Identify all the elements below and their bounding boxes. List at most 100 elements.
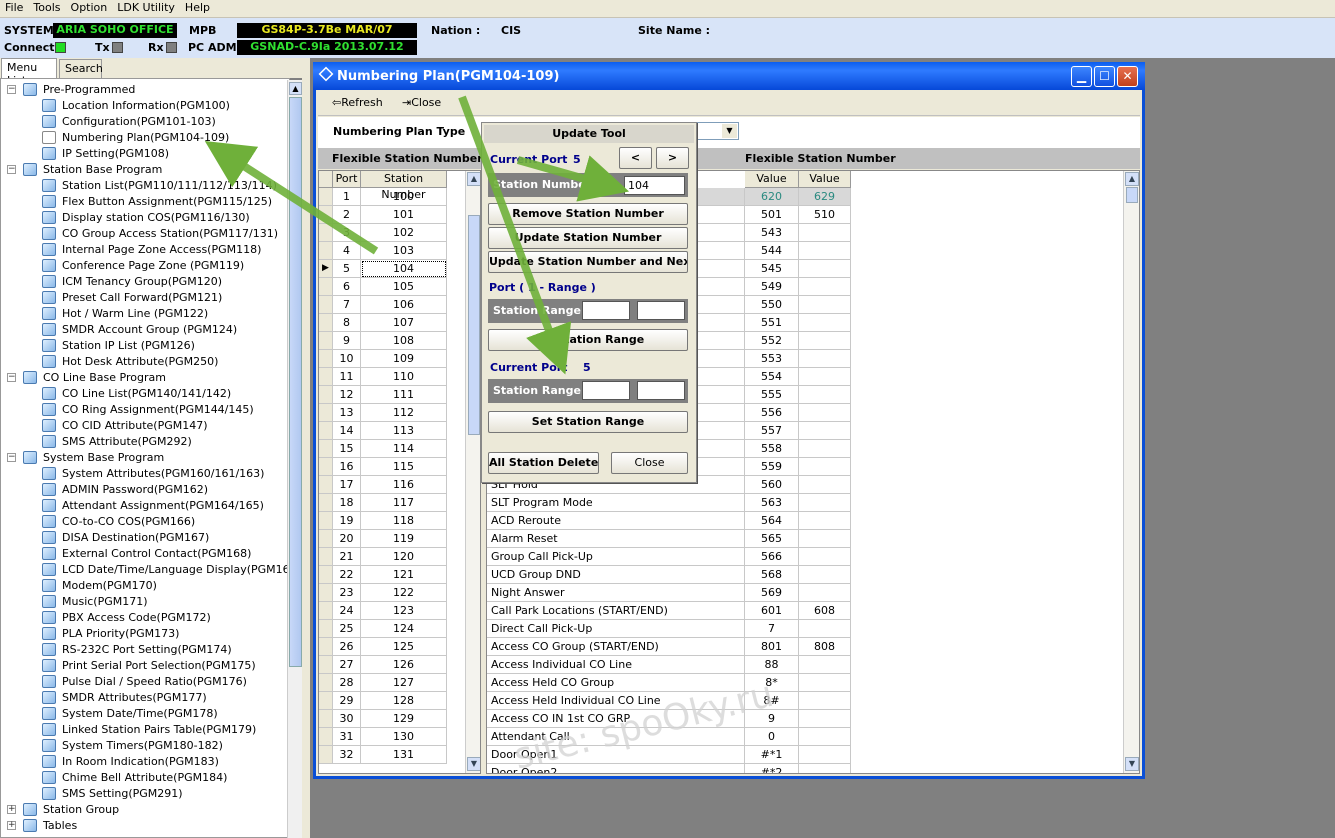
value2-cell[interactable] bbox=[799, 548, 851, 566]
tree-item-node[interactable]: In Room Indication(PGM183) bbox=[1, 754, 289, 770]
station-number-cell[interactable]: 126 bbox=[361, 656, 447, 674]
value2-cell[interactable]: 510 bbox=[799, 206, 851, 224]
tree-item-node[interactable]: Modem(PGM170) bbox=[1, 578, 289, 594]
station-number-cell[interactable]: 113 bbox=[361, 422, 447, 440]
update-station-number-next-button[interactable]: Update Station Number and Next bbox=[488, 251, 688, 273]
expand-icon[interactable]: + bbox=[7, 805, 16, 814]
port-cell[interactable]: 9 bbox=[333, 332, 361, 350]
value-cell[interactable]: 501 bbox=[745, 206, 799, 224]
port-cell[interactable]: 22 bbox=[333, 566, 361, 584]
menu-file[interactable]: File bbox=[0, 0, 28, 16]
row-indicator[interactable] bbox=[319, 584, 333, 602]
value2-cell[interactable] bbox=[799, 764, 851, 773]
value-cell[interactable]: 559 bbox=[745, 458, 799, 476]
station-number-cell[interactable]: 114 bbox=[361, 440, 447, 458]
tree-item-node[interactable]: Configuration(PGM101-103) bbox=[1, 114, 289, 130]
value2-cell[interactable] bbox=[799, 404, 851, 422]
row-indicator[interactable] bbox=[319, 602, 333, 620]
port-cell[interactable]: 30 bbox=[333, 710, 361, 728]
station-number-cell[interactable]: 112 bbox=[361, 404, 447, 422]
tree-item-node[interactable]: SMDR Account Group (PGM124) bbox=[1, 322, 289, 338]
value-cell[interactable]: 560 bbox=[745, 476, 799, 494]
value-cell[interactable]: 556 bbox=[745, 404, 799, 422]
station-number-cell[interactable]: 119 bbox=[361, 530, 447, 548]
row-indicator[interactable] bbox=[319, 350, 333, 368]
tree-item-node[interactable]: System Attributes(PGM160/161/163) bbox=[1, 466, 289, 482]
tree-item-node[interactable]: SMS Setting(PGM291) bbox=[1, 786, 289, 802]
row-indicator[interactable] bbox=[319, 512, 333, 530]
station-number-cell[interactable]: 110 bbox=[361, 368, 447, 386]
row-indicator[interactable] bbox=[319, 620, 333, 638]
row-indicator[interactable] bbox=[319, 530, 333, 548]
value2-cell[interactable] bbox=[799, 278, 851, 296]
row-indicator[interactable] bbox=[319, 638, 333, 656]
value2-cell[interactable] bbox=[799, 260, 851, 278]
row-indicator[interactable] bbox=[319, 692, 333, 710]
value2-cell[interactable]: 608 bbox=[799, 602, 851, 620]
value-cell[interactable]: 549 bbox=[745, 278, 799, 296]
port-cell[interactable]: 4 bbox=[333, 242, 361, 260]
tree-item-node[interactable]: Display station COS(PGM116/130) bbox=[1, 210, 289, 226]
value-cell[interactable]: #*2 bbox=[745, 764, 799, 773]
row-indicator[interactable] bbox=[319, 296, 333, 314]
value2-cell[interactable] bbox=[799, 350, 851, 368]
row-indicator[interactable] bbox=[319, 224, 333, 242]
collapse-icon[interactable]: − bbox=[7, 165, 16, 174]
set-station-range2-button[interactable]: Set Station Range bbox=[488, 411, 688, 433]
row-indicator[interactable] bbox=[319, 548, 333, 566]
row-indicator[interactable] bbox=[319, 332, 333, 350]
port-cell[interactable]: 26 bbox=[333, 638, 361, 656]
tree-item-node[interactable]: Attendant Assignment(PGM164/165) bbox=[1, 498, 289, 514]
station-number-cell[interactable]: 118 bbox=[361, 512, 447, 530]
row-indicator[interactable] bbox=[319, 440, 333, 458]
station-number-cell[interactable]: 104 bbox=[361, 260, 447, 278]
value-cell[interactable]: 565 bbox=[745, 530, 799, 548]
tree-item-node[interactable]: ICM Tenancy Group(PGM120) bbox=[1, 274, 289, 290]
value-cell[interactable]: 552 bbox=[745, 332, 799, 350]
station-number-cell[interactable]: 125 bbox=[361, 638, 447, 656]
refresh-button[interactable]: ⇦Refresh bbox=[332, 96, 383, 109]
row-indicator[interactable] bbox=[319, 674, 333, 692]
collapse-icon[interactable]: − bbox=[7, 373, 16, 382]
close-window-button[interactable]: ✕ bbox=[1117, 66, 1138, 87]
port-cell[interactable]: 24 bbox=[333, 602, 361, 620]
tree-scroll-up-icon[interactable]: ▲ bbox=[289, 82, 302, 95]
value-cell[interactable]: 88 bbox=[745, 656, 799, 674]
value-cell[interactable]: 601 bbox=[745, 602, 799, 620]
station-number-cell[interactable]: 122 bbox=[361, 584, 447, 602]
value-cell[interactable]: 554 bbox=[745, 368, 799, 386]
scroll-down-icon[interactable]: ▼ bbox=[1125, 757, 1139, 771]
value-cell[interactable]: 558 bbox=[745, 440, 799, 458]
tree-item-node[interactable]: External Control Contact(PGM168) bbox=[1, 546, 289, 562]
station-number-cell[interactable]: 124 bbox=[361, 620, 447, 638]
tree-item-node[interactable]: CO Line List(PGM140/141/142) bbox=[1, 386, 289, 402]
row-indicator[interactable] bbox=[319, 278, 333, 296]
minimize-button[interactable]: ▁ bbox=[1071, 66, 1092, 87]
station-number-cell[interactable]: 120 bbox=[361, 548, 447, 566]
station-number-cell[interactable]: 105 bbox=[361, 278, 447, 296]
value-cell[interactable]: 569 bbox=[745, 584, 799, 602]
row-indicator[interactable] bbox=[319, 368, 333, 386]
value-cell[interactable]: 551 bbox=[745, 314, 799, 332]
row-indicator[interactable] bbox=[319, 656, 333, 674]
tree-item-node[interactable]: SMS Attribute(PGM292) bbox=[1, 434, 289, 450]
menu-help[interactable]: Help bbox=[180, 0, 215, 16]
value-cell[interactable]: #*1 bbox=[745, 746, 799, 764]
value-cell[interactable]: 0 bbox=[745, 728, 799, 746]
station-number-input[interactable]: 104 bbox=[624, 176, 685, 195]
port-cell[interactable]: 19 bbox=[333, 512, 361, 530]
row-selected-arrow-icon[interactable]: ▶ bbox=[319, 260, 333, 278]
feature-name-cell[interactable]: Direct Call Pick-Up bbox=[487, 620, 745, 638]
station-number-cell[interactable]: 116 bbox=[361, 476, 447, 494]
all-station-delete-button[interactable]: All Station Delete bbox=[488, 452, 599, 474]
port-cell[interactable]: 21 bbox=[333, 548, 361, 566]
value-cell[interactable]: 7 bbox=[745, 620, 799, 638]
value-cell[interactable]: 620 bbox=[745, 188, 799, 206]
tree-item-node[interactable]: RS-232C Port Setting(PGM174) bbox=[1, 642, 289, 658]
value-cell[interactable]: 553 bbox=[745, 350, 799, 368]
value-cell[interactable]: 555 bbox=[745, 386, 799, 404]
port-cell[interactable]: 10 bbox=[333, 350, 361, 368]
tab-menu-list[interactable]: Menu List bbox=[1, 58, 57, 87]
tree-item-node[interactable]: DISA Destination(PGM167) bbox=[1, 530, 289, 546]
feature-name-cell[interactable]: SLT Program Mode bbox=[487, 494, 745, 512]
